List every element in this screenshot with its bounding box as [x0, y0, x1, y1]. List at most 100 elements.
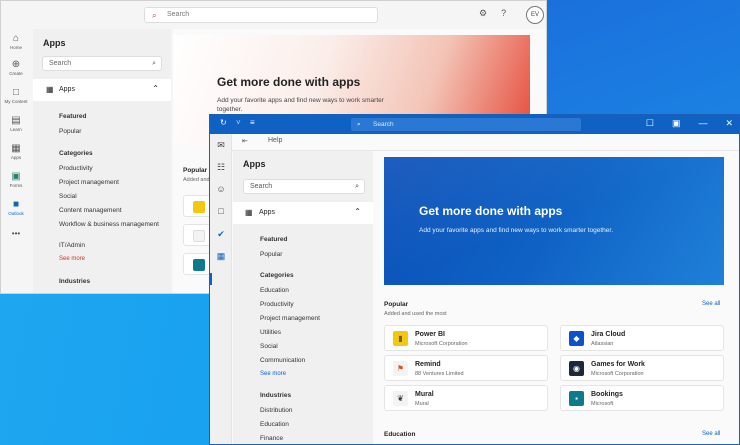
search-input[interactable]: ⌕ Search — [144, 7, 378, 23]
apps-pane: Apps Search ⌕ ▦ Apps ⌃ Featured Popular … — [33, 29, 171, 293]
nav-popular[interactable]: Popular — [59, 128, 81, 135]
rail-item-outlook[interactable]: ■ Outlook — [1, 199, 31, 216]
apps-search-input[interactable]: Search ⌕ — [243, 179, 365, 194]
home-icon: ⌂ — [12, 33, 20, 44]
avatar[interactable]: EV — [526, 6, 544, 24]
search-icon: ⌕ — [355, 183, 359, 190]
app-card-power-bi[interactable]: ▮ Power BI Microsoft Corporation — [384, 325, 548, 351]
more-apps-icon[interactable]: ••• — [1, 229, 31, 238]
apps-nav-header[interactable]: ▦ Apps ⌃ — [233, 202, 373, 224]
nav-category[interactable]: Communication — [260, 357, 305, 364]
bookings-icon: ▪ — [569, 391, 584, 406]
power-bi-icon — [193, 201, 205, 213]
nav-category[interactable]: IT/Admin — [59, 242, 85, 249]
see-all-education-link[interactable]: See all — [702, 431, 720, 437]
remind-icon: ⚑ — [393, 361, 408, 376]
rail-item-apps[interactable]: ▦ Apps — [1, 143, 31, 160]
nav-category[interactable]: Content management — [59, 207, 122, 214]
remind-icon — [193, 230, 205, 242]
nav-category[interactable]: Education — [260, 287, 289, 294]
bell-icon[interactable]: ☐ — [646, 118, 654, 129]
title-bar: ↻ ˅ ≡ ⌕ Search ☐ ▣ — ✕ — [210, 115, 739, 134]
jira-icon: ◆ — [569, 331, 584, 346]
title-bar-icons: ⚙ ? — [479, 8, 506, 19]
activity-icon[interactable]: ✉ — [210, 140, 232, 151]
window-controls: ☐ ▣ — ✕ — [646, 118, 733, 129]
apps-nav-header[interactable]: ▦ Apps ⌃ — [33, 79, 171, 101]
create-icon: ⊕ — [11, 59, 21, 70]
nav-category[interactable]: Workflow & business management — [59, 221, 159, 229]
hero-title: Get more done with apps — [217, 75, 361, 89]
close-icon[interactable]: ✕ — [725, 118, 733, 129]
pane-title: Apps — [243, 159, 266, 169]
app-card-mural[interactable]: ❦ Mural Mural — [384, 385, 548, 411]
people-icon[interactable]: ☺ — [210, 184, 232, 194]
settings-icon[interactable]: ⚙ — [479, 8, 487, 19]
tasks-icon[interactable]: ✔ — [210, 229, 232, 240]
app-card-jira-cloud[interactable]: ◆ Jira Cloud Atlassian — [560, 325, 724, 351]
app-card-remind[interactable]: ⚑ Remind 88 Ventures Limited — [384, 355, 548, 381]
nav-category[interactable]: Productivity — [260, 301, 294, 308]
nav-category[interactable]: Project management — [59, 179, 119, 186]
nav-category[interactable]: Utilities — [260, 329, 281, 336]
app-card-games-for-work[interactable]: ◉ Games for Work Microsoft Corporation — [560, 355, 724, 381]
minimize-icon[interactable]: — — [698, 118, 707, 129]
help-link[interactable]: Help — [268, 137, 282, 144]
rail-item-my-content[interactable]: □ My Content — [1, 87, 31, 104]
popular-title: Popular — [384, 301, 409, 308]
learn-icon: ▤ — [11, 115, 21, 126]
rail-item-forms[interactable]: ▣ Forms — [1, 171, 31, 188]
teams-window-front[interactable]: ↻ ˅ ≡ ⌕ Search ☐ ▣ — ✕ ⇤ Help ✉ ☷ ☺ □ ✔ … — [209, 114, 740, 445]
nav-featured[interactable]: Featured — [260, 236, 287, 243]
chevron-down-icon[interactable]: ˅ — [236, 118, 241, 127]
games-icon: ◉ — [569, 361, 584, 376]
rail-item-home[interactable]: ⌂ Home — [1, 33, 31, 50]
app-rail: ✉ ☷ ☺ □ ✔ ▦ — [210, 134, 232, 444]
popular-subtitle: Added and used the most — [384, 311, 447, 317]
hero-subtitle: Add your favorite apps and find new ways… — [217, 97, 384, 113]
industries-heading: Industries — [260, 392, 292, 399]
nav-industry[interactable]: Finance — [260, 435, 283, 442]
apps-icon: ▦ — [245, 208, 253, 217]
help-icon[interactable]: ? — [501, 8, 506, 19]
refresh-icon[interactable]: ↻ — [220, 118, 227, 127]
education-title: Education — [384, 431, 416, 438]
selected-indicator — [210, 273, 212, 285]
search-icon: ⌕ — [152, 11, 157, 20]
apps-icon[interactable]: ▦ — [210, 251, 232, 262]
nav-category[interactable]: Project management — [260, 315, 320, 322]
outlook-icon: ■ — [12, 199, 20, 210]
nav-industry[interactable]: Distribution — [260, 407, 293, 414]
main-content: Get more done with apps Add your favorit… — [374, 151, 739, 444]
app-rail: ⌂ Home ⊕ Create □ My Content ▤ Learn ▦ Apps ▣… — [1, 29, 31, 293]
see-all-popular-link[interactable]: See all — [702, 301, 720, 307]
hero-title: Get more done with apps — [419, 204, 563, 218]
rail-item-create[interactable]: ⊕ Create — [1, 59, 31, 76]
see-more-link[interactable]: See more — [59, 256, 85, 262]
nav-category[interactable]: Social — [260, 343, 278, 350]
nav-category[interactable]: Productivity — [59, 165, 93, 172]
nav-industry[interactable]: Education — [260, 421, 289, 428]
mural-icon: ❦ — [393, 391, 408, 406]
nav-category[interactable]: Social — [59, 193, 77, 200]
industries-heading: Industries — [59, 278, 91, 285]
nav-popular[interactable]: Popular — [260, 251, 282, 258]
chevron-up-icon: ⌃ — [152, 84, 159, 93]
rail-item-learn[interactable]: ▤ Learn — [1, 115, 31, 132]
calendar-icon[interactable]: ☷ — [210, 162, 232, 173]
hero-decoration — [384, 157, 724, 285]
forms-icon: ▣ — [11, 171, 21, 182]
search-input[interactable]: ⌕ Search — [351, 118, 581, 131]
app-card-bookings[interactable]: ▪ Bookings Microsoft — [560, 385, 724, 411]
overflow-icon[interactable]: ≡ — [250, 118, 255, 127]
files-icon[interactable]: □ — [210, 206, 232, 216]
apps-icon: ▦ — [46, 85, 54, 94]
folder-icon: □ — [12, 87, 20, 98]
search-icon: ⌕ — [357, 121, 361, 128]
back-icon[interactable]: ⇤ — [242, 137, 248, 145]
popular-title: Popular — [183, 167, 208, 174]
nav-featured[interactable]: Featured — [59, 113, 86, 120]
see-more-link[interactable]: See more — [260, 371, 286, 377]
restore-icon[interactable]: ▣ — [672, 118, 681, 129]
apps-search-input[interactable]: Search ⌕ — [42, 56, 162, 71]
